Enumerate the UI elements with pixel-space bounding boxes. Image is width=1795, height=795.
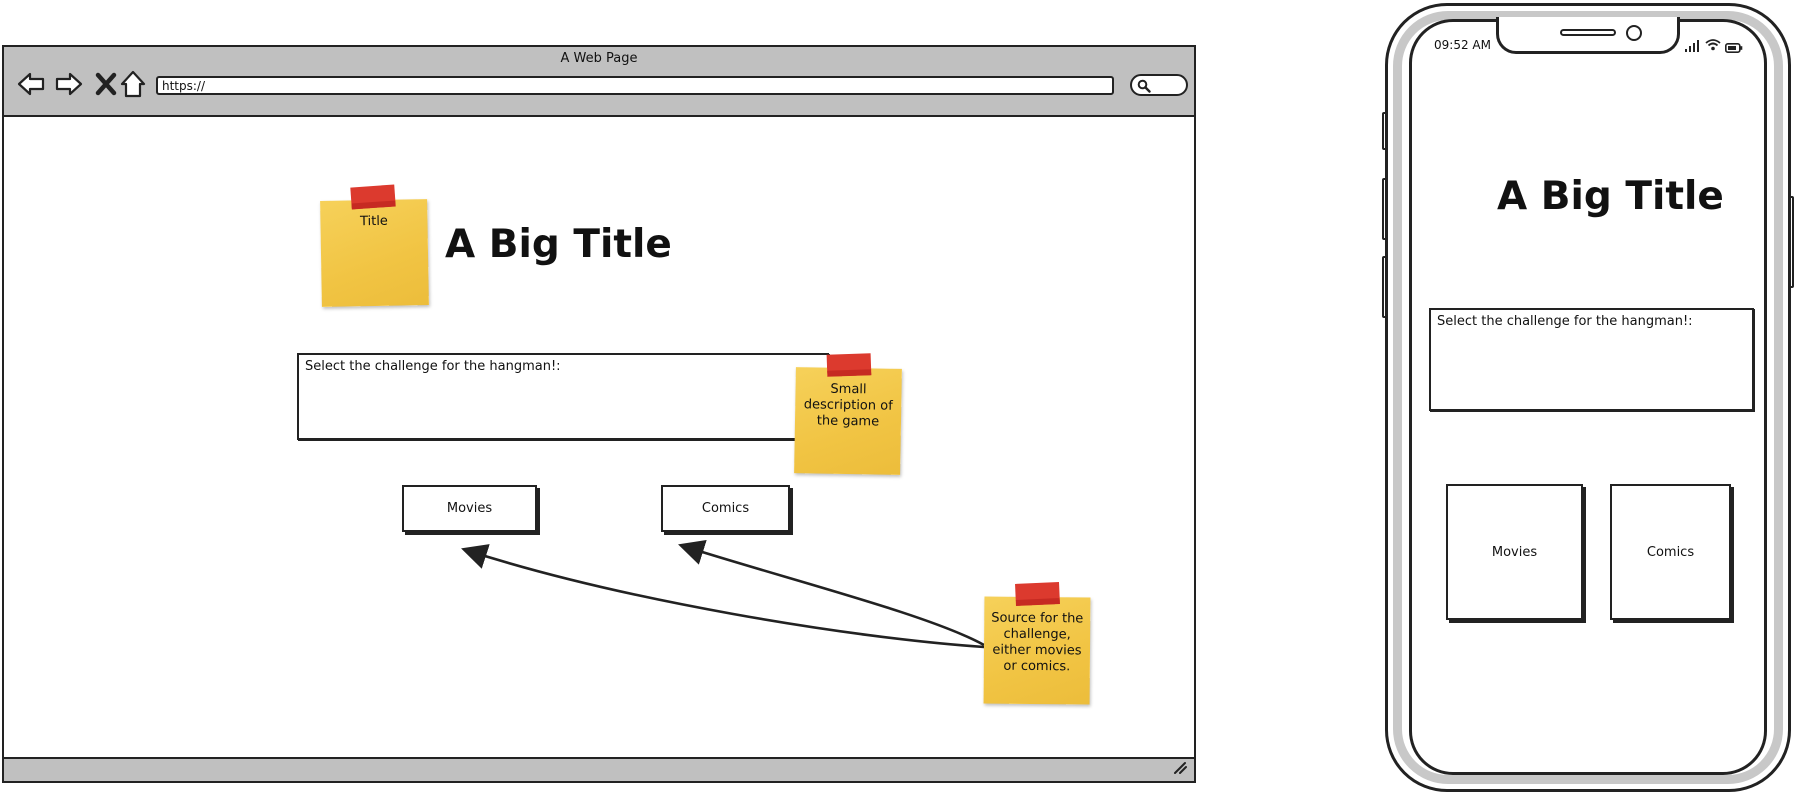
phone-description-box: Select the challenge for the hangman!: [1429, 308, 1754, 411]
sticky-note-title: Title [320, 184, 429, 307]
sticky-note-description: Small description of the game [794, 353, 902, 475]
phone-comics-button[interactable]: Comics [1610, 484, 1731, 620]
phone-movies-button[interactable]: Movies [1446, 484, 1583, 620]
battery-icon [1725, 38, 1743, 57]
sticky-note-text: Title [359, 213, 389, 230]
phone-speaker [1560, 29, 1616, 36]
tape [350, 184, 396, 210]
tape [826, 353, 872, 377]
phone-page-title: A Big Title [1497, 174, 1724, 219]
signal-icon [1684, 37, 1700, 56]
sticky-note-text: Source for the challenge, either movies … [991, 610, 1084, 675]
wifi-icon [1705, 36, 1721, 55]
tape [1015, 582, 1060, 606]
arrow-to-movies [461, 544, 985, 649]
sticky-note-text: Small description of the game [803, 381, 893, 430]
status-time: 09:52 AM [1434, 38, 1491, 52]
sticky-note-source: Source for the challenge, either movies … [983, 582, 1091, 705]
phone-camera [1626, 25, 1642, 41]
